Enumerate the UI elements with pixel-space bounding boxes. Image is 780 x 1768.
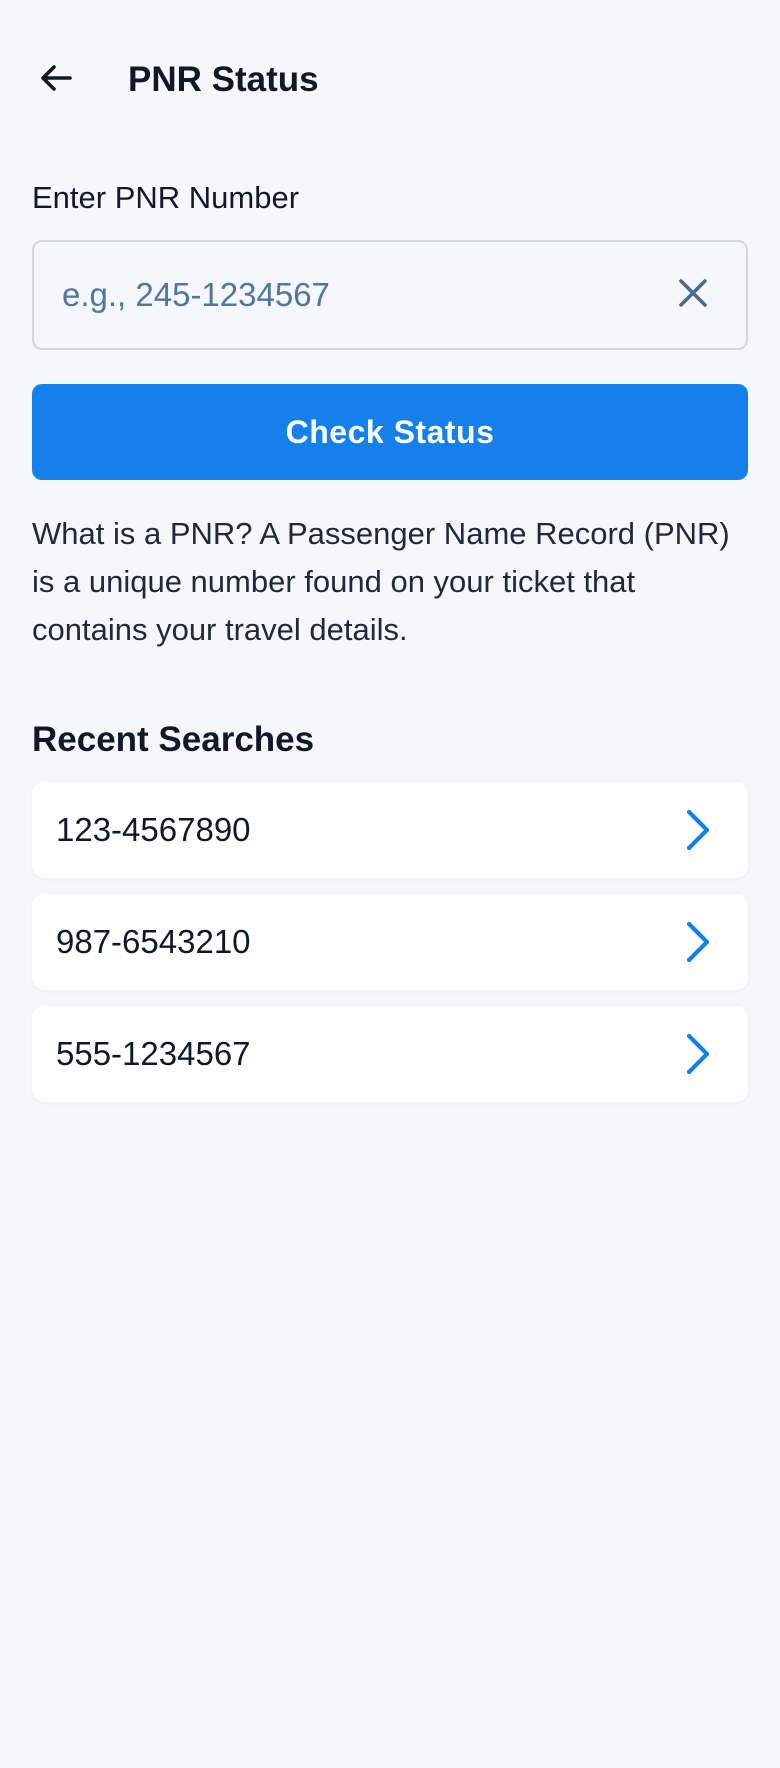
pnr-status-screen: PNR Status Enter PNR Number Check Status… xyxy=(0,0,780,1768)
back-button[interactable] xyxy=(32,56,80,104)
chevron-right-icon xyxy=(676,1032,720,1076)
clear-input-button[interactable] xyxy=(670,272,716,318)
recent-search-item[interactable]: 123-4567890 xyxy=(32,782,748,878)
recent-search-item[interactable]: 555-1234567 xyxy=(32,1006,748,1102)
pnr-input-container xyxy=(32,240,748,350)
app-header: PNR Status xyxy=(0,0,780,160)
page-title: PNR Status xyxy=(128,60,319,99)
recent-search-item[interactable]: 987-6543210 xyxy=(32,894,748,990)
recent-searches-title: Recent Searches xyxy=(32,720,315,759)
pnr-info-text: What is a PNR? A Passenger Name Record (… xyxy=(32,516,730,647)
recent-searches-list: 123-4567890 987-6543210 555-1234567 xyxy=(32,782,748,1118)
recent-search-number: 123-4567890 xyxy=(56,811,251,848)
arrow-left-icon xyxy=(36,58,76,103)
chevron-right-icon xyxy=(676,808,720,852)
pnr-field-label: Enter PNR Number xyxy=(32,180,300,215)
check-status-button[interactable]: Check Status xyxy=(32,384,748,480)
recent-search-number: 555-1234567 xyxy=(56,1035,251,1072)
recent-search-number: 987-6543210 xyxy=(56,923,251,960)
chevron-right-icon xyxy=(676,920,720,964)
pnr-input[interactable] xyxy=(62,242,622,348)
close-icon xyxy=(676,276,710,315)
